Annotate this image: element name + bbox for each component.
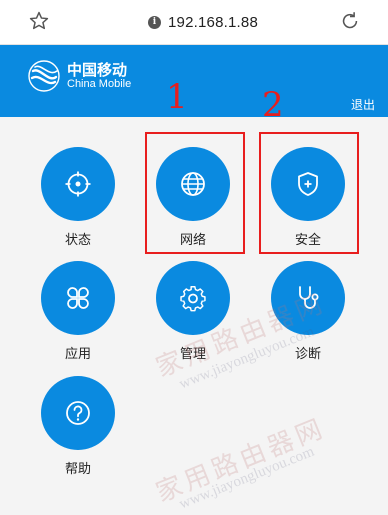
browser-url-bar: i 192.168.1.88 — [0, 0, 388, 45]
highlight-box-security — [259, 132, 359, 254]
info-icon[interactable]: i — [148, 15, 161, 29]
watermark-url: www.jiayongluyou.com — [177, 443, 317, 513]
tile-help[interactable]: 帮助 — [28, 376, 128, 477]
url-text: 192.168.1.88 — [168, 13, 258, 31]
address-field[interactable]: i 192.168.1.88 — [148, 12, 258, 32]
tile-label: 诊断 — [294, 347, 321, 362]
annotation-number-1: 1 — [166, 77, 188, 117]
diagnose-icon-circle[interactable] — [271, 261, 345, 335]
tile-apps[interactable]: 应用 — [28, 261, 128, 362]
reload-icon[interactable] — [339, 10, 361, 32]
target-icon — [65, 171, 91, 197]
tile-manage[interactable]: 管理 — [143, 261, 243, 362]
logout-link[interactable]: 退出 — [351, 96, 375, 113]
manage-icon-circle[interactable] — [156, 261, 230, 335]
apps-icon-circle[interactable] — [41, 261, 115, 335]
tile-status[interactable]: 状态 — [28, 147, 128, 248]
app-header: 中国移动 China Mobile 退出 — [0, 45, 388, 117]
tile-label: 应用 — [64, 347, 91, 362]
help-icon — [66, 401, 90, 425]
tile-label: 管理 — [179, 347, 206, 362]
brand-name-cn: 中国移动 — [67, 61, 128, 79]
china-mobile-logo-icon — [28, 60, 60, 92]
apps-icon — [67, 287, 89, 309]
tile-label: 状态 — [64, 233, 91, 248]
brand-name-en: China Mobile — [67, 78, 132, 90]
annotation-number-2: 2 — [262, 85, 284, 125]
help-icon-circle[interactable] — [41, 376, 115, 450]
status-icon-circle[interactable] — [41, 147, 115, 221]
watermark-cn: 家用路由器网 — [151, 413, 331, 509]
bookmark-star-icon[interactable] — [28, 10, 50, 32]
gear-icon — [180, 286, 206, 312]
highlight-box-network — [145, 132, 245, 254]
tile-label: 帮助 — [64, 462, 91, 477]
tile-diagnose[interactable]: 诊断 — [258, 261, 358, 362]
stethoscope-icon — [299, 286, 319, 309]
